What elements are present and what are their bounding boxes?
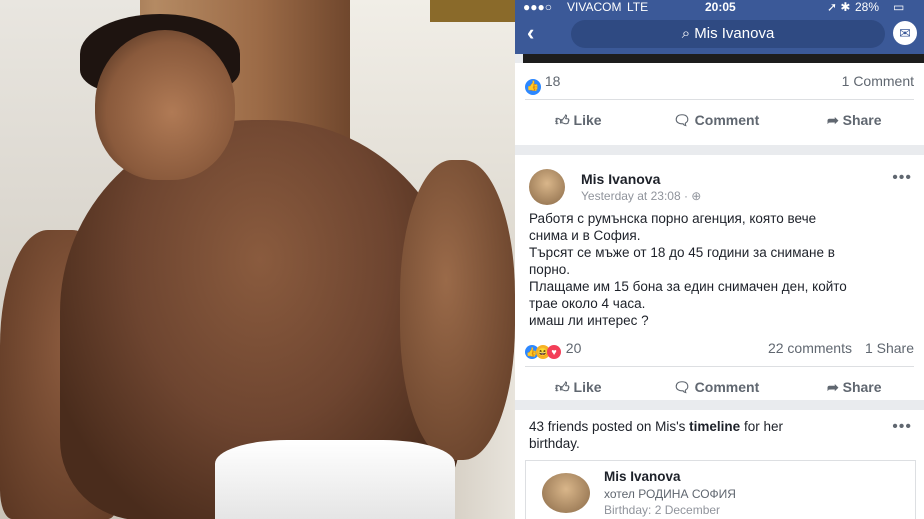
search-icon: ⌕ [681,25,695,42]
shares-count[interactable]: 1 Share [865,330,914,366]
post-text: Работя с румънска порно агенция, която в… [529,210,919,329]
more-options-icon[interactable]: ••• [892,169,912,187]
timeline-link[interactable]: timeline [689,419,740,434]
photo-right-arm [400,160,515,460]
like-button[interactable]: 👍︎ Like [555,100,602,140]
profile-birthday: Birthday: 2 December [604,503,721,517]
previous-post-counts: 👍 18 1 Comment [525,63,914,100]
photo-head [95,30,235,180]
shirtless-man-photo [0,0,515,519]
thumb-icon: 👍︎ [555,379,574,395]
thumb-icon: 👍︎ [555,112,574,128]
post-line: Търсят се мъже от 18 до 45 години за сни… [529,245,835,260]
author-name[interactable]: Mis Ivanova [581,171,660,187]
search-text: Mis Ivanova [694,25,775,42]
like-label: Like [573,379,602,395]
photo-picture-frame [430,0,515,22]
post-counts: 👍😆 ♥ 20 22 comments 1 Share [525,330,914,367]
post-line: Плащаме им 15 бона за един снимачен ден,… [529,279,847,294]
timestamp-text: Yesterday at 23:08 · [581,189,692,203]
comment-button[interactable]: 🗨︎ Comment [673,100,759,140]
reactions-number: 20 [565,340,582,356]
comments-count[interactable]: 1 Comment [842,63,914,99]
network-label: LTE [627,0,649,14]
post-line: Работя с румънска порно агенция, която в… [529,211,817,226]
globe-icon: ⊕ [691,189,702,203]
post-timestamp: Yesterday at 23:08 · ⊕ [581,189,701,203]
status-bar: ●●●○ VIVACOM LTE 20:05 ➚ ✱ 28% ▭ [515,0,924,14]
like-reaction-icon: 👍 [525,79,541,95]
post-line: порно. [529,262,571,277]
previous-post-footer: 👍 18 1 Comment 👍︎ Like 🗨︎ Comment ➦ Shar… [515,63,924,145]
previous-post-actions: 👍︎ Like 🗨︎ Comment ➦ Share [515,100,924,140]
share-label: Share [842,379,882,395]
birthday-summary: 43 friends posted on Mis's timeline for … [529,418,829,452]
battery-percent: 28% [855,0,880,14]
search-bar[interactable]: ⌕ Mis Ivanova [571,20,885,48]
like-label: Like [573,112,602,128]
carrier-label: VIVACOM [567,0,622,14]
birthday-card: 43 friends posted on Mis's timeline for … [515,410,924,519]
post-line: трае около 4 часа. [529,296,646,311]
share-button[interactable]: ➦ Share [827,367,882,407]
profile-avatar[interactable] [542,473,590,513]
share-icon: ➦ [827,112,843,128]
post-actions: 👍︎ Like 🗨︎ Comment ➦ Share [515,367,924,407]
love-reaction-icon: ♥ [547,345,561,359]
birthday-profile-row[interactable]: Mis Ivanova хотел РОДИНА СОФИЯ Birthday:… [525,460,916,519]
post-line: имаш ли интерес ? [529,313,649,328]
location-bluetooth-icon: ➚ ✱ [827,0,851,14]
post-line: снима и в София. [529,228,641,243]
top-nav-bar: ‹ ⌕ Mis Ivanova ✉ [515,14,924,54]
author-avatar[interactable] [529,169,565,205]
messenger-icon[interactable]: ✉ [893,21,917,45]
comment-label: Comment [694,112,760,128]
photo-white-briefs [215,440,455,519]
facebook-mobile-screenshot: ●●●○ VIVACOM LTE 20:05 ➚ ✱ 28% ▭ ‹ ⌕ Mis… [515,0,924,519]
comment-button[interactable]: 🗨︎ Comment [673,367,759,407]
profile-place: хотел РОДИНА СОФИЯ [604,487,736,501]
clock: 20:05 [705,0,736,14]
like-button[interactable]: 👍︎ Like [555,367,602,407]
share-icon: ➦ [827,379,843,395]
comment-icon: 🗨︎ [673,379,695,395]
more-options-icon[interactable]: ••• [892,418,912,436]
likes-count[interactable]: 👍 18 [525,63,560,99]
share-label: Share [842,112,882,128]
signal-dots-icon: ●●●○ [523,0,552,14]
post-card: Mis Ivanova Yesterday at 23:08 · ⊕ ••• Р… [515,155,924,400]
previous-post-image-strip [523,54,924,63]
profile-name[interactable]: Mis Ivanova [604,469,681,484]
share-button[interactable]: ➦ Share [827,100,882,140]
post-footer: 👍😆 ♥ 20 22 comments 1 Share 👍︎ Like 🗨︎ Co… [515,330,924,407]
comments-count[interactable]: 22 comments [768,330,852,366]
likes-number: 18 [544,73,561,89]
back-chevron-icon[interactable]: ‹ [527,20,534,46]
comment-icon: 🗨︎ [673,112,695,128]
reactions-count[interactable]: 👍😆 ♥ 20 [525,330,581,366]
birthday-text-prefix: 43 friends posted on Mis's [529,419,690,434]
comment-label: Comment [694,379,760,395]
battery-icon: ▭ [893,0,905,14]
